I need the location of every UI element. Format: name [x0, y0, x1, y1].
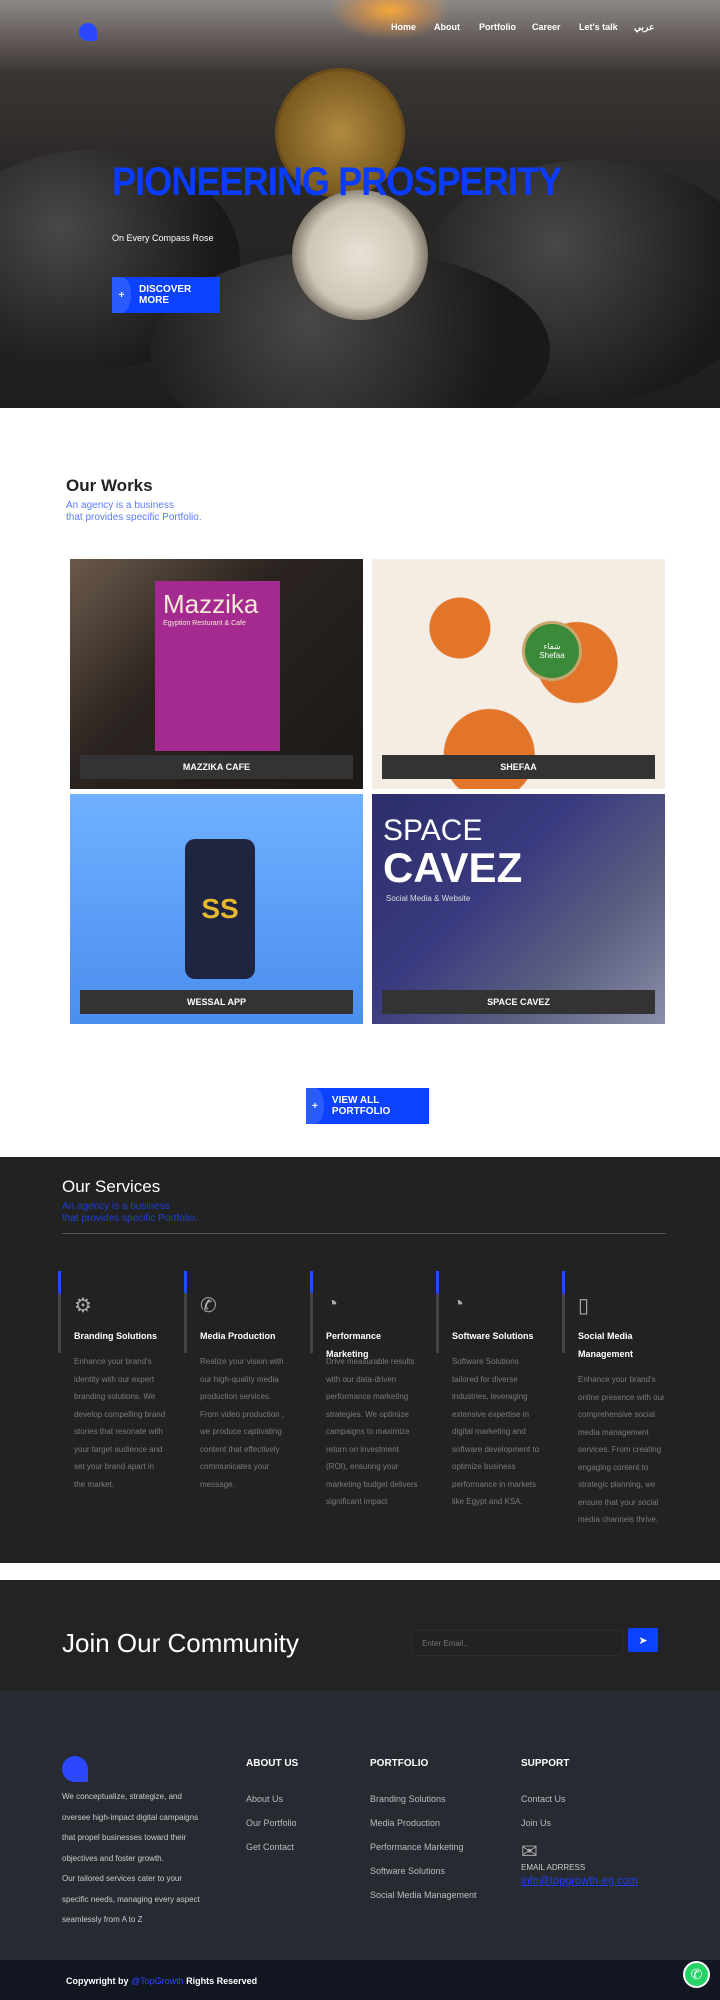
- copyright-text: Copywright by @TopGrowth Rights Reserved: [66, 1976, 257, 1986]
- works-title: Our Works: [66, 476, 153, 495]
- service-desc: Drive measurable results with our data-d…: [326, 1357, 418, 1506]
- discover-more-button[interactable]: + DISCOVER MORE: [112, 277, 220, 313]
- works-subtitle: An agency is a business that provides sp…: [66, 500, 202, 524]
- card-label: WESSAL APP: [80, 990, 353, 1014]
- service-desc: Enhance your brand's online presence wit…: [578, 1375, 665, 1524]
- footer-logo: [62, 1756, 88, 1782]
- footer-about-text: We conceptualize, strategize, and overse…: [62, 1787, 202, 1931]
- footer-link-branding[interactable]: Branding Solutions: [370, 1794, 446, 1804]
- divider: [62, 1233, 666, 1234]
- footer-link-performance[interactable]: Performance Marketing: [370, 1842, 464, 1852]
- accent-bar: [436, 1271, 439, 1353]
- hero-section: Home About Portfolio Career Let's talk ع…: [0, 0, 720, 408]
- accent-bar: [184, 1271, 187, 1353]
- subscribe-button[interactable]: ➤: [628, 1628, 658, 1652]
- compass-face-image: [292, 190, 428, 320]
- footer-link-software[interactable]: Software Solutions: [370, 1866, 445, 1876]
- service-desc: Enhance your brand's identity with our e…: [74, 1357, 166, 1489]
- copyright-bar: Copywright by @TopGrowth Rights Reserved…: [0, 1960, 720, 2000]
- plus-icon: +: [112, 277, 132, 313]
- email-input[interactable]: [411, 1630, 623, 1656]
- service-title: Software Solutions: [452, 1331, 534, 1341]
- view-all-portfolio-button[interactable]: + VIEW ALL PORTFOLIO: [306, 1088, 429, 1124]
- footer-link-get-contact[interactable]: Get Contact: [246, 1842, 294, 1852]
- envelope-icon: ✉: [521, 1841, 538, 1863]
- services-subtitle-line: An agency is a business: [62, 1201, 170, 1212]
- work-card-shefaa[interactable]: شفاء Shefaa SHEFAA: [372, 559, 665, 789]
- pie-chart-icon: ◔: [326, 1293, 339, 1315]
- footer-heading-support: SUPPORT: [521, 1758, 570, 1769]
- footer-heading-about: ABOUT US: [246, 1758, 299, 1769]
- shefaa-jar-label: شفاء Shefaa: [522, 621, 582, 681]
- hero-title: PIONEERING PROSPERITY: [112, 160, 562, 204]
- service-title: Social Media Management: [578, 1331, 634, 1359]
- artwork-text: CAVEZ: [383, 844, 523, 891]
- accent-bar: [58, 1271, 61, 1353]
- accent-bar: [310, 1271, 313, 1353]
- services-title: Our Services: [62, 1177, 161, 1196]
- works-subtitle-line: An agency is a business: [66, 500, 174, 511]
- card-label: SPACE CAVEZ: [382, 990, 655, 1014]
- nav-portfolio[interactable]: Portfolio: [479, 22, 516, 32]
- footer-link-media[interactable]: Media Production: [370, 1818, 440, 1828]
- footer-about-paragraph: Our tailored services cater to your spec…: [62, 1874, 200, 1924]
- phone-icon: ✆: [200, 1295, 217, 1317]
- artwork-text: SPACE: [383, 814, 483, 847]
- brand-link[interactable]: @TopGrowth: [131, 1976, 184, 1986]
- service-desc: Realize your vision with our high-qualit…: [200, 1357, 285, 1489]
- footer-email-link[interactable]: info@topgrowth-eg.com: [521, 1875, 638, 1887]
- work-card-mazzika[interactable]: Mazzika Egyption Resturant & Cafe MAZZIK…: [70, 559, 363, 789]
- footer-link-join-us[interactable]: Join Us: [521, 1818, 551, 1828]
- nav-lets-talk[interactable]: Let's talk: [579, 22, 618, 32]
- join-title: Join Our Community: [62, 1628, 299, 1658]
- artwork-text: Social Media & Website: [386, 894, 471, 903]
- card-label: MAZZIKA CAFE: [80, 755, 353, 779]
- footer: We conceptualize, strategize, and overse…: [0, 1691, 720, 1960]
- services-subtitle-line: that provides specific Portfolio.: [62, 1213, 198, 1224]
- mazzika-artwork: Mazzika Egyption Resturant & Cafe: [155, 581, 280, 751]
- works-subtitle-line: that provides specific Portfolio.: [66, 512, 202, 523]
- nav-career[interactable]: Career: [532, 22, 561, 32]
- footer-heading-portfolio: PORTFOLIO: [370, 1758, 429, 1769]
- footer-link-social[interactable]: Social Media Management: [370, 1890, 477, 1900]
- card-label: SHEFAA: [382, 755, 655, 779]
- footer-link-about-us[interactable]: About Us: [246, 1794, 283, 1804]
- hero-subtitle: On Every Compass Rose: [112, 233, 214, 243]
- join-community-section: Join Our Community ➤: [0, 1580, 720, 1691]
- branding-icon: ⚙: [74, 1295, 92, 1317]
- accent-bar: [562, 1271, 565, 1353]
- service-title: Branding Solutions: [74, 1331, 157, 1341]
- whatsapp-icon[interactable]: ✆: [683, 1961, 710, 1988]
- services-section: Our Services An agency is a business tha…: [0, 1157, 720, 1563]
- service-title: Media Production: [200, 1331, 276, 1341]
- logo[interactable]: [79, 23, 97, 41]
- nav-about[interactable]: About: [434, 22, 460, 32]
- service-desc: Software Solutions tailored for diverse …: [452, 1357, 540, 1506]
- copyright-prefix: Copywright by: [66, 1976, 131, 1986]
- work-card-wessal[interactable]: SS WESSAL APP: [70, 794, 363, 1024]
- nav-home[interactable]: Home: [391, 22, 416, 32]
- footer-about-paragraph: We conceptualize, strategize, and overse…: [62, 1792, 199, 1863]
- pie-chart-icon: ◔: [452, 1293, 465, 1315]
- services-subtitle: An agency is a business that provides sp…: [62, 1201, 198, 1225]
- work-card-space-cavez[interactable]: SPACE CAVEZ Social Media & Website SPACE…: [372, 794, 665, 1024]
- footer-link-contact-us[interactable]: Contact Us: [521, 1794, 566, 1804]
- view-all-label: VIEW ALL PORTFOLIO: [331, 1095, 391, 1117]
- artwork-text: Egyption Resturant & Cafe: [163, 620, 246, 627]
- plus-icon: +: [306, 1088, 324, 1124]
- email-label: EMAIL ADRRESS: [521, 1863, 586, 1872]
- artwork-text: Mazzika: [163, 589, 259, 619]
- paper-plane-icon: ➤: [638, 1634, 648, 1647]
- copyright-suffix: Rights Reserved: [183, 1976, 258, 1986]
- nav-language[interactable]: عربي: [634, 22, 654, 33]
- discover-more-label: DISCOVER MORE: [139, 284, 192, 306]
- mobile-icon: ▯: [578, 1295, 590, 1317]
- footer-link-our-portfolio[interactable]: Our Portfolio: [246, 1818, 297, 1828]
- wessal-artwork: SS: [185, 839, 255, 979]
